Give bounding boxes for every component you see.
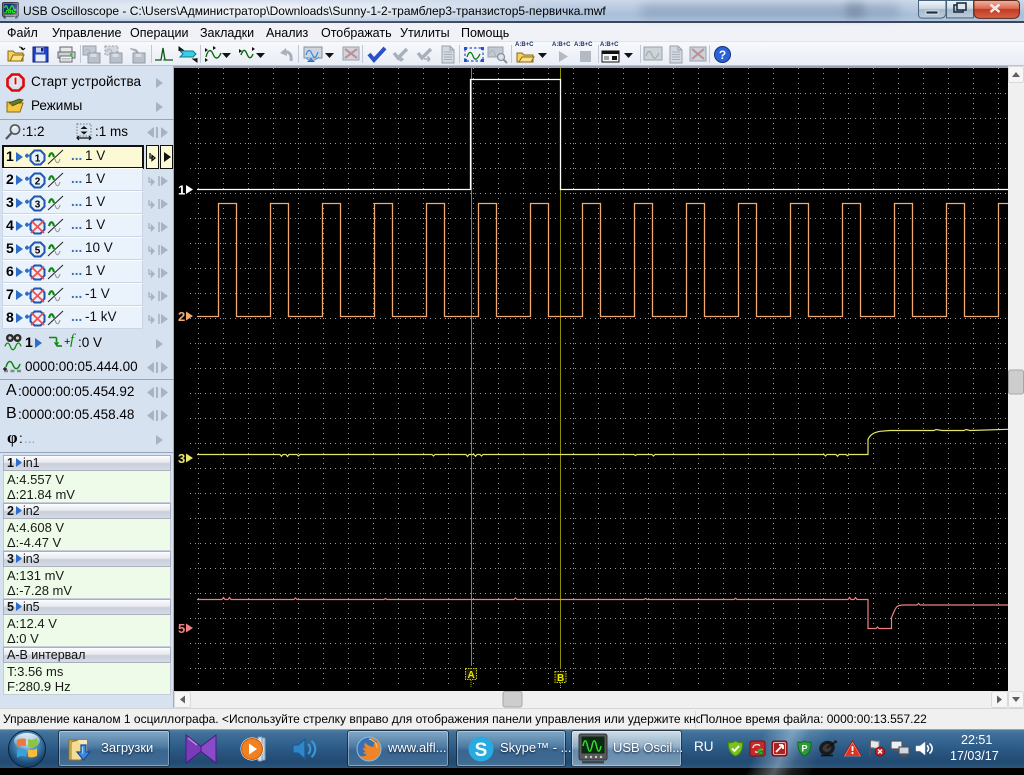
svg-text:3: 3 — [178, 451, 185, 466]
svg-text:3: 3 — [35, 200, 41, 211]
svg-text:?: ? — [719, 48, 726, 62]
svg-text:2: 2 — [178, 309, 185, 324]
svg-text:1: 1 — [178, 183, 185, 198]
svg-text:A: A — [468, 670, 475, 681]
svg-text:S: S — [475, 740, 488, 761]
svg-text:P: P — [801, 744, 807, 754]
svg-text:5: 5 — [35, 246, 41, 257]
svg-text:5: 5 — [178, 621, 185, 636]
svg-text:B: B — [557, 673, 564, 684]
svg-text:2: 2 — [35, 177, 41, 188]
svg-text:1: 1 — [35, 154, 41, 165]
